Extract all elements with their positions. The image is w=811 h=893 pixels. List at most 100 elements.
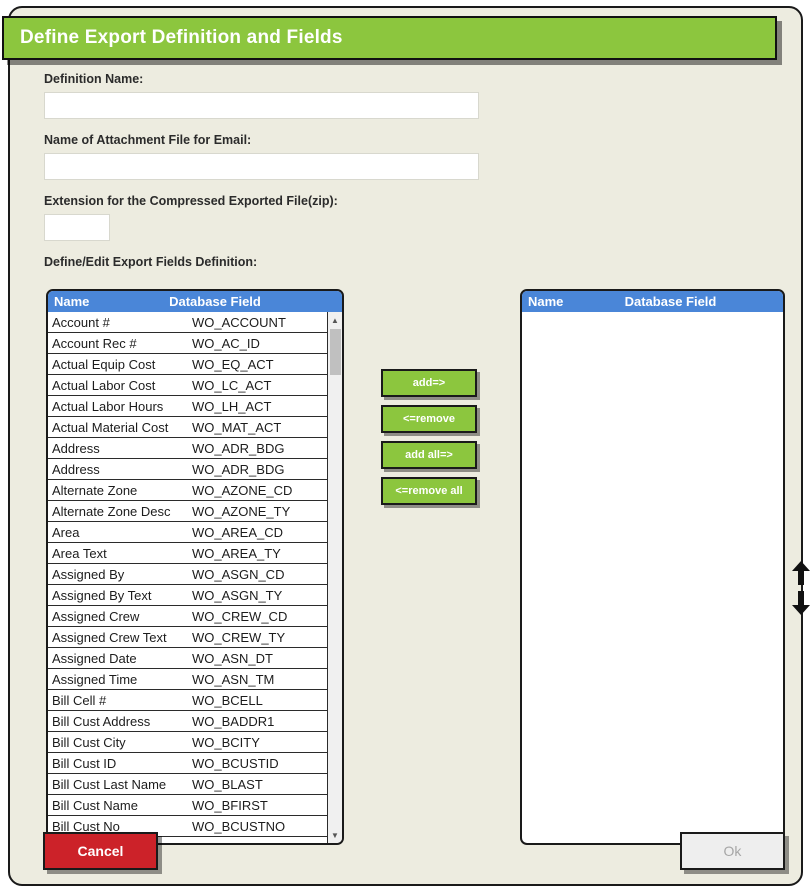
list-item-name: Bill Cust Name: [52, 797, 138, 813]
list-item-database-field: WO_BCELL: [192, 692, 263, 708]
extension-label: Extension for the Compressed Exported Fi…: [44, 194, 338, 208]
list-item[interactable]: Bill Cust ID WO_BCUSTID: [48, 753, 327, 774]
export-fields-section-label: Define/Edit Export Fields Definition:: [44, 255, 258, 269]
list-item-database-field: WO_BLAST: [192, 776, 263, 792]
list-item-database-field: WO_ADR_BDG: [192, 440, 285, 456]
list-item[interactable]: Alternate Zone Desc WO_AZONE_TY: [48, 501, 327, 522]
selected-list-header: Name Database Field: [522, 291, 783, 312]
list-item[interactable]: Assigned Date WO_ASN_DT: [48, 648, 327, 669]
list-item[interactable]: Actual Labor Cost WO_LC_ACT: [48, 375, 327, 396]
list-item[interactable]: Bill Cust Address WO_BADDR1: [48, 711, 327, 732]
list-item-database-field: WO_MAT_ACT: [192, 419, 282, 435]
list-item[interactable]: Assigned Crew Text WO_CREW_TY: [48, 627, 327, 648]
selected-fields-listbox[interactable]: Name Database Field: [520, 289, 785, 845]
list-item-name: Account #: [52, 314, 110, 330]
list-item-database-field: WO_AREA_TY: [192, 545, 281, 561]
list-item[interactable]: Actual Labor Hours WO_LH_ACT: [48, 396, 327, 417]
list-item-name: Actual Labor Cost: [52, 377, 156, 393]
ok-button[interactable]: Ok: [680, 832, 785, 870]
list-item-name: Address: [52, 461, 100, 477]
definition-form: Definition Name: Name of Attachment File…: [36, 72, 536, 274]
available-rows-container: Account # WO_ACCOUNT Account Rec # WO_AC_ID…: [48, 312, 327, 843]
scroll-up-icon[interactable]: ▲: [328, 313, 342, 327]
list-item-database-field: WO_AZONE_TY: [192, 503, 291, 519]
list-item-database-field: WO_CREW_CD: [192, 608, 288, 624]
list-item-name: Alternate Zone Desc: [52, 503, 171, 519]
list-item[interactable]: Area Text WO_AREA_TY: [48, 543, 327, 564]
list-item-database-field: WO_LC_ACT: [192, 377, 272, 393]
list-item-name: Bill Cust Address: [52, 713, 151, 729]
list-item[interactable]: Actual Material Cost WO_MAT_ACT: [48, 417, 327, 438]
available-list-scrollbar[interactable]: ▲ ▼: [327, 312, 342, 843]
list-item-name: Assigned Crew Text: [52, 629, 167, 645]
list-item-database-field: WO_ASGN_CD: [192, 566, 285, 582]
attachment-file-label: Name of Attachment File for Email:: [44, 133, 252, 147]
list-item-name: Account Rec #: [52, 335, 137, 351]
list-item-name: Area Text: [52, 545, 107, 561]
scrollbar-thumb[interactable]: [330, 329, 341, 375]
remove-all-button[interactable]: <=remove all: [381, 477, 477, 505]
list-item[interactable]: Area WO_AREA_CD: [48, 522, 327, 543]
list-item[interactable]: Account # WO_ACCOUNT: [48, 312, 327, 333]
list-item[interactable]: Bill Cust Last Name WO_BLAST: [48, 774, 327, 795]
available-col-database-field: Database Field: [169, 294, 261, 309]
list-item-database-field: WO_ASN_DT: [192, 650, 273, 666]
list-item[interactable]: Account Rec # WO_AC_ID: [48, 333, 327, 354]
list-item-database-field: WO_LH_ACT: [192, 398, 272, 414]
list-item-name: Area: [52, 524, 80, 540]
list-item[interactable]: Actual Equip Cost WO_EQ_ACT: [48, 354, 327, 375]
list-item[interactable]: Address WO_ADR_BDG: [48, 459, 327, 480]
list-item[interactable]: Assigned By Text WO_ASGN_TY: [48, 585, 327, 606]
list-item-name: Bill Cust Last Name: [52, 776, 167, 792]
list-item-name: Assigned Crew: [52, 608, 140, 624]
page-title: Define Export Definition and Fields: [20, 27, 343, 48]
available-fields-listbox[interactable]: Name Database Field Account # WO_ACCOUNT A…: [46, 289, 344, 845]
list-item[interactable]: Bill Cust Name WO_BFIRST: [48, 795, 327, 816]
list-item-database-field: WO_BCUSTNO: [192, 818, 286, 834]
list-item-database-field: WO_EQ_ACT: [192, 356, 274, 372]
arrow-down-icon[interactable]: [790, 590, 811, 616]
list-item[interactable]: Assigned Time WO_ASN_TM: [48, 669, 327, 690]
export-definition-dialog: Define Export Definition and Fields Defi…: [2, 6, 810, 886]
list-item-database-field: WO_ADR_BDG: [192, 461, 285, 477]
attachment-file-input[interactable]: [44, 153, 479, 180]
add-all-button[interactable]: add all=>: [381, 441, 477, 469]
list-item[interactable]: Bill Cust City WO_BCITY: [48, 732, 327, 753]
list-item[interactable]: Address WO_ADR_BDG: [48, 438, 327, 459]
list-item-name: Bill Cust ID: [52, 755, 117, 771]
selected-rows-container: [522, 312, 783, 843]
list-item-database-field: WO_BCITY: [192, 734, 260, 750]
extension-input[interactable]: [44, 214, 110, 241]
list-item-database-field: WO_ASGN_TY: [192, 587, 283, 603]
list-item[interactable]: Alternate Zone WO_AZONE_CD: [48, 480, 327, 501]
list-item[interactable]: Assigned By WO_ASGN_CD: [48, 564, 327, 585]
list-item-database-field: WO_BCUSTID: [192, 755, 279, 771]
transfer-button-group: add=> <=remove add all=> <=remove all: [381, 369, 477, 513]
cancel-button[interactable]: Cancel: [43, 832, 158, 870]
reorder-arrow-group: [790, 560, 811, 620]
list-item-database-field: WO_ASN_TM: [192, 671, 275, 687]
list-item-name: Assigned By Text: [52, 587, 152, 603]
definition-name-input[interactable]: [44, 92, 479, 119]
list-item-name: Alternate Zone: [52, 482, 138, 498]
list-item-database-field: WO_BADDR1: [192, 713, 275, 729]
list-item-database-field: WO_BFIRST: [192, 797, 268, 813]
definition-name-label: Definition Name:: [44, 72, 144, 86]
add-button[interactable]: add=>: [381, 369, 477, 397]
list-item-name: Bill Cust City: [52, 734, 126, 750]
arrow-up-icon[interactable]: [790, 560, 811, 586]
list-item-database-field: WO_AC_ID: [192, 335, 260, 351]
list-item-database-field: WO_CREW_TY: [192, 629, 286, 645]
selected-col-database-field: Database Field: [624, 294, 717, 309]
scroll-down-icon[interactable]: ▼: [328, 828, 342, 842]
list-item-name: Actual Material Cost: [52, 419, 169, 435]
list-item-database-field: WO_AZONE_CD: [192, 482, 293, 498]
list-item-database-field: WO_AREA_CD: [192, 524, 284, 540]
list-item[interactable]: Assigned Crew WO_CREW_CD: [48, 606, 327, 627]
list-item-name: Actual Equip Cost: [52, 356, 156, 372]
list-item-name: Bill Cell #: [52, 692, 107, 708]
list-item-name: Assigned Time: [52, 671, 138, 687]
remove-button[interactable]: <=remove: [381, 405, 477, 433]
list-item[interactable]: Bill Cell # WO_BCELL: [48, 690, 327, 711]
available-list-header: Name Database Field: [48, 291, 342, 312]
